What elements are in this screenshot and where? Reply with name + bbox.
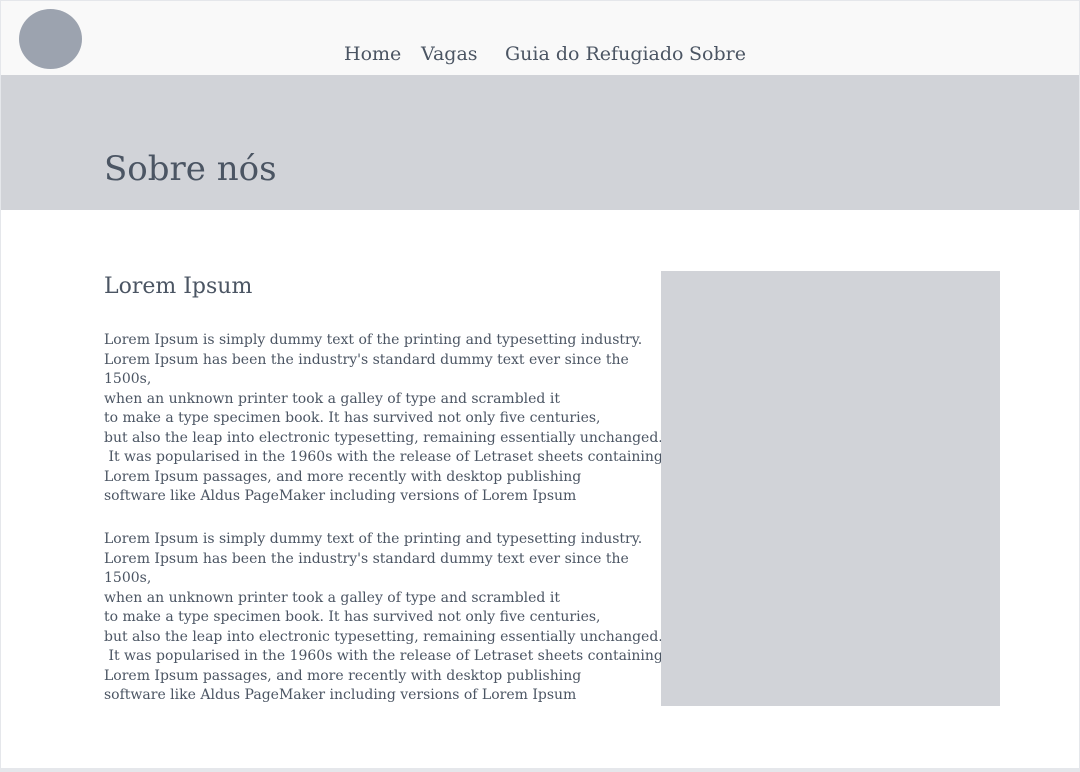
paragraph-line: but also the leap into electronic typese…: [104, 429, 663, 446]
paragraph-line: to make a type specimen book. It has sur…: [104, 609, 601, 625]
paragraph-line: Lorem Ipsum is simply dummy text of the …: [104, 332, 643, 348]
nav-link-guia-do-refugiado[interactable]: Guia do Refugiado: [505, 41, 684, 67]
paragraph-line: software like Aldus PageMaker including …: [104, 687, 577, 703]
paragraph-line: Lorem Ipsum passages, and more recently …: [104, 667, 582, 684]
main-nav: Home Vagas Guia do Refugiado Sobre: [1, 41, 1079, 67]
paragraph-line: It was popularised in the 1960s with the…: [104, 648, 663, 664]
nav-link-sobre[interactable]: Sobre: [689, 41, 746, 67]
paragraph-line: Lorem Ipsum is simply dummy text of the …: [104, 531, 643, 547]
footer-divider: [1, 768, 1079, 772]
paragraph-line: when an unknown printer took a galley of…: [104, 589, 560, 606]
page-title: Sobre nós: [104, 149, 277, 189]
nav-link-vagas[interactable]: Vagas: [421, 41, 478, 67]
hero-banner: Sobre nós: [1, 75, 1079, 210]
paragraph-line: 1500s,: [104, 570, 152, 586]
paragraph-line: but also the leap into electronic typese…: [104, 628, 663, 645]
navbar: Home Vagas Guia do Refugiado Sobre: [1, 0, 1079, 75]
paragraph-line: Lorem Ipsum has been the industry's stan…: [104, 351, 629, 368]
paragraph-line: Lorem Ipsum has been the industry's stan…: [104, 550, 629, 567]
section-heading: Lorem Ipsum: [104, 274, 253, 299]
paragraph-line: when an unknown printer took a galley of…: [104, 390, 560, 407]
paragraph-line: software like Aldus PageMaker including …: [104, 488, 577, 504]
paragraph-line: It was popularised in the 1960s with the…: [104, 449, 663, 465]
paragraph-line: Lorem Ipsum passages, and more recently …: [104, 468, 582, 485]
paragraph-line: 1500s,: [104, 371, 152, 387]
page: Home Vagas Guia do Refugiado Sobre Sobre…: [0, 0, 1080, 772]
body-paragraph: Lorem Ipsum is simply dummy text of the …: [104, 530, 663, 706]
nav-link-home[interactable]: Home: [344, 41, 401, 67]
paragraph-line: to make a type specimen book. It has sur…: [104, 410, 601, 426]
body-paragraph: Lorem Ipsum is simply dummy text of the …: [104, 331, 663, 507]
image-placeholder: [661, 271, 1000, 706]
